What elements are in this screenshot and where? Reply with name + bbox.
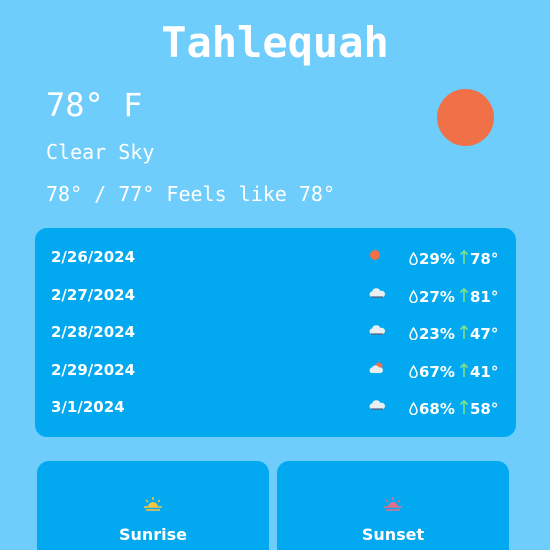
forecast-high: 81° [470, 288, 499, 306]
forecast-humidity: 23% [419, 325, 455, 343]
sunset-label: Sunset [361, 525, 425, 544]
current-condition: Clear Sky [46, 140, 155, 164]
weather-app: Tahlequah 78° F Clear Sky 78° / 77° Feel… [0, 0, 550, 550]
sunrise-icon [144, 497, 162, 511]
forecast-row: 2/29/2024 67% 41° [35, 361, 516, 385]
arrow-up-icon [459, 362, 469, 377]
forecast-row: 2/27/2024 27% 81° [35, 286, 516, 310]
sunset-icon [384, 497, 402, 511]
humidity-drop-icon [409, 402, 418, 415]
forecast-humidity: 29% [419, 250, 455, 268]
humidity-drop-icon [409, 365, 418, 378]
forecast-high: 78° [470, 250, 499, 268]
arrow-up-icon [459, 324, 469, 339]
forecast-humidity: 68% [419, 400, 455, 418]
forecast-high: 58° [470, 400, 499, 418]
forecast-row: 3/1/2024 68% 58° [35, 398, 516, 422]
cloud-icon [369, 288, 385, 298]
forecast-date: 2/29/2024 [51, 361, 136, 379]
forecast-date: 2/27/2024 [51, 286, 136, 304]
forecast-date: 2/28/2024 [51, 323, 136, 341]
partly-cloudy-icon [369, 362, 383, 373]
sunset-card: Sunset [277, 461, 509, 550]
temperature-range-feels-like: 78° / 77° Feels like 78° [46, 182, 335, 206]
forecast-high: 47° [470, 325, 499, 343]
forecast-date: 2/26/2024 [51, 248, 136, 266]
humidity-drop-icon [409, 327, 418, 340]
humidity-drop-icon [409, 290, 418, 303]
sun-icon [437, 89, 494, 146]
humidity-drop-icon [409, 252, 418, 265]
forecast-humidity: 27% [419, 288, 455, 306]
arrow-up-icon [459, 287, 469, 302]
sunrise-card: Sunrise [37, 461, 269, 550]
cloud-icon [369, 400, 385, 410]
forecast-row: 2/26/2024 29% 78° [35, 248, 516, 272]
current-temperature: 78° F [46, 86, 143, 124]
cloud-icon [369, 325, 385, 335]
city-name: Tahlequah [161, 18, 389, 67]
arrow-up-icon [459, 249, 469, 264]
forecast-row: 2/28/2024 23% 47° [35, 323, 516, 347]
sun-icon [370, 250, 380, 260]
forecast-high: 41° [470, 363, 499, 381]
forecast-date: 3/1/2024 [51, 398, 125, 416]
sunrise-label: Sunrise [118, 525, 188, 544]
forecast-humidity: 67% [419, 363, 455, 381]
forecast-panel: 2/26/2024 29% 78° 2/27/2024 27% 81° 2/28… [35, 228, 516, 437]
arrow-up-icon [459, 399, 469, 414]
